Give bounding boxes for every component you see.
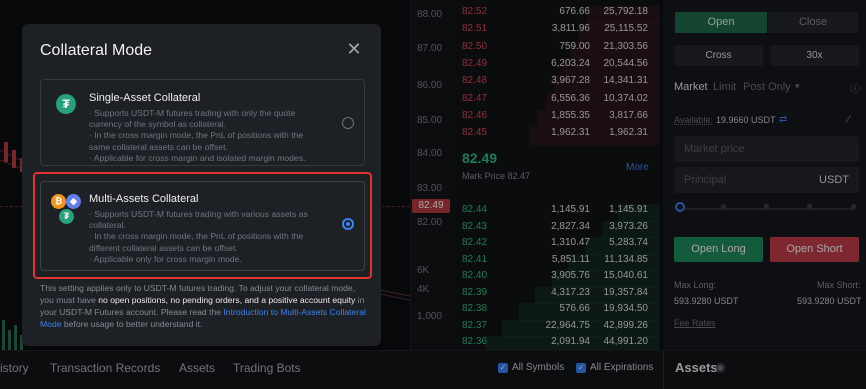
single-asset-option[interactable]: ₮ Single-Asset Collateral · Supports USD… — [40, 79, 365, 166]
option-description: · Supports USDT-M futures trading with o… — [89, 108, 325, 164]
note-emphasis: no open positions, no pending orders, an… — [98, 295, 356, 305]
option-title: Single-Asset Collateral — [89, 92, 201, 104]
dialog-title: Collateral Mode — [40, 42, 153, 59]
note-text: before usage to better understand it. — [61, 319, 203, 329]
close-icon[interactable]: ✕ — [345, 40, 363, 58]
option-line: · Applicable for cross margin and isolat… — [89, 152, 306, 163]
selection-highlight — [33, 172, 372, 279]
single-asset-radio[interactable] — [342, 117, 354, 129]
option-line: · In the cross margin mode, the PnL of p… — [89, 130, 304, 152]
option-line: · Supports USDT-M futures trading with o… — [89, 108, 296, 130]
collateral-note: This setting applies only to USDT-M futu… — [40, 282, 370, 330]
usdt-icon: ₮ — [56, 94, 76, 114]
